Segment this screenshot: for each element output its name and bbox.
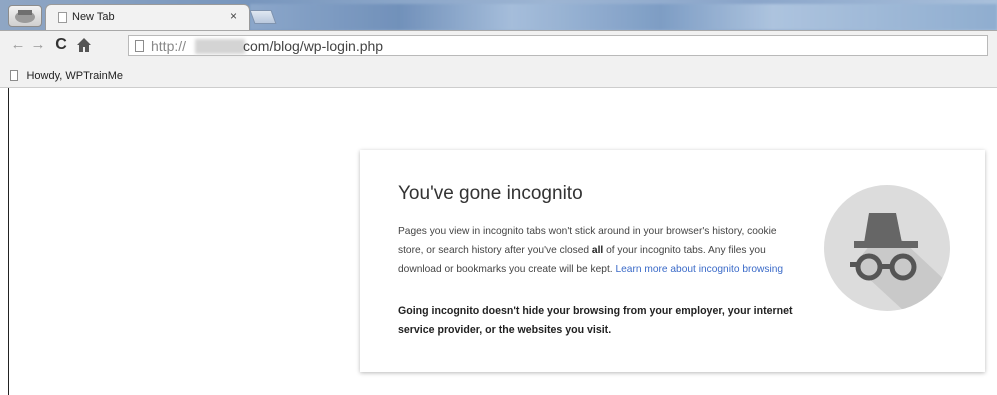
forward-button[interactable]: → (30, 36, 46, 54)
navigation-toolbar: ← → C http:// com/blog/wp-login.php (0, 30, 997, 60)
tab-title: New Tab (72, 11, 115, 23)
url-scheme: http:// (151, 38, 187, 54)
incognito-warning: Going incognito doesn't hide your browsi… (398, 305, 793, 336)
new-tab-button[interactable] (249, 10, 277, 24)
bookmarks-bar: Howdy, WPTrainMe (0, 60, 997, 88)
reload-button[interactable]: C (52, 36, 70, 54)
incognito-card: You've gone incognito Pages you view in … (360, 150, 985, 372)
tab-strip: New Tab × (0, 0, 997, 30)
bookmark-label: Howdy, WPTrainMe (26, 69, 124, 82)
incognito-description: Pages you view in incognito tabs won't s… (398, 222, 798, 279)
tab-new-tab[interactable]: New Tab × (45, 4, 250, 30)
incognito-title: You've gone incognito (398, 183, 583, 204)
close-icon[interactable]: × (230, 9, 237, 23)
incognito-menu-icon (15, 10, 35, 23)
browser-menu-button[interactable] (8, 5, 42, 27)
description-emphasis: all (591, 245, 604, 256)
page-icon (135, 40, 144, 52)
bookmark-howdy-wptrainme[interactable]: Howdy, WPTrainMe (10, 67, 123, 85)
incognito-spy-icon (824, 185, 950, 311)
url-path: com/blog/wp-login.php (243, 38, 384, 54)
page-icon (58, 12, 67, 23)
page-icon (10, 70, 18, 82)
back-button[interactable]: ← (10, 36, 26, 54)
other-tabs-blurred (250, 4, 997, 30)
home-icon (77, 38, 91, 52)
learn-more-link[interactable]: Learn more about incognito browsing (615, 264, 783, 275)
url-redacted-domain (195, 39, 245, 54)
page-left-edge (8, 88, 9, 395)
home-button[interactable] (74, 36, 94, 54)
address-bar[interactable]: http:// com/blog/wp-login.php (128, 35, 988, 56)
